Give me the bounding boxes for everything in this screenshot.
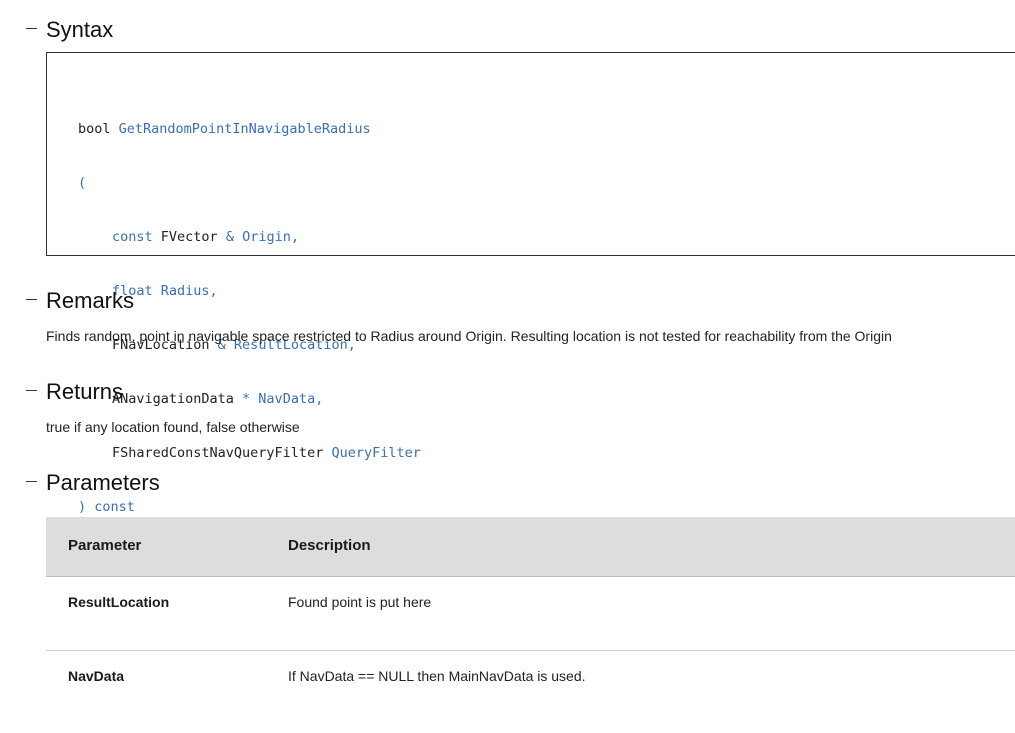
param-description-cell: Found point is put here	[288, 594, 432, 610]
const-keyword: const	[86, 499, 135, 515]
table-header: Parameter Description	[46, 517, 1015, 577]
collapse-parameters-toggle[interactable]	[26, 481, 37, 482]
close-paren: )	[78, 499, 87, 515]
remarks-section-header: Remarks	[0, 286, 1015, 316]
remarks-title: Remarks	[46, 288, 135, 313]
returns-text: true if any location found, false otherw…	[46, 419, 300, 435]
const-keyword: const	[112, 229, 161, 245]
column-header-parameter: Parameter	[68, 537, 142, 554]
param-type: FVector	[160, 229, 218, 245]
return-type: bool	[78, 121, 119, 137]
param-name: QueryFilter	[323, 445, 421, 461]
parameters-section-header: Parameters	[0, 468, 1015, 498]
code-line-signature: bool GetRandomPointInNavigableRadius	[78, 120, 421, 138]
documentation-page: Syntax bool GetRandomPointInNavigableRad…	[0, 0, 1015, 733]
code-line-queryfilter: FSharedConstNavQueryFilter QueryFilter	[78, 444, 421, 462]
parameters-title: Parameters	[46, 470, 160, 495]
param-description-cell: If NavData == NULL then MainNavData is u…	[288, 668, 586, 684]
collapse-syntax-toggle[interactable]	[26, 28, 37, 29]
syntax-code-box: bool GetRandomPointInNavigableRadius ( c…	[46, 52, 1015, 515]
collapse-remarks-toggle[interactable]	[26, 299, 37, 300]
code-open-paren: (	[78, 175, 87, 191]
parameters-table: Parameter Description ResultLocation Fou…	[46, 517, 1015, 724]
collapse-returns-toggle[interactable]	[26, 390, 37, 391]
returns-section-header: Returns	[0, 377, 1015, 407]
param-name-cell: NavData	[68, 668, 125, 684]
param-name-cell: ResultLocation	[68, 594, 170, 610]
param-name: & Origin,	[217, 229, 299, 245]
table-row: ResultLocation Found point is put here	[46, 577, 1015, 651]
param-type: FSharedConstNavQueryFilter	[112, 445, 324, 461]
returns-title: Returns	[46, 379, 124, 404]
syntax-title: Syntax	[46, 17, 114, 42]
table-row: NavData If NavData == NULL then MainNavD…	[46, 651, 1015, 724]
syntax-section-header: Syntax	[0, 15, 1015, 45]
code-line-origin: const FVector & Origin,	[78, 228, 421, 246]
function-name: GetRandomPointInNavigableRadius	[118, 121, 371, 137]
code-line-close: ) const	[78, 498, 421, 516]
column-header-description: Description	[288, 537, 371, 554]
remarks-text: Finds random, point in navigable space r…	[46, 328, 892, 344]
